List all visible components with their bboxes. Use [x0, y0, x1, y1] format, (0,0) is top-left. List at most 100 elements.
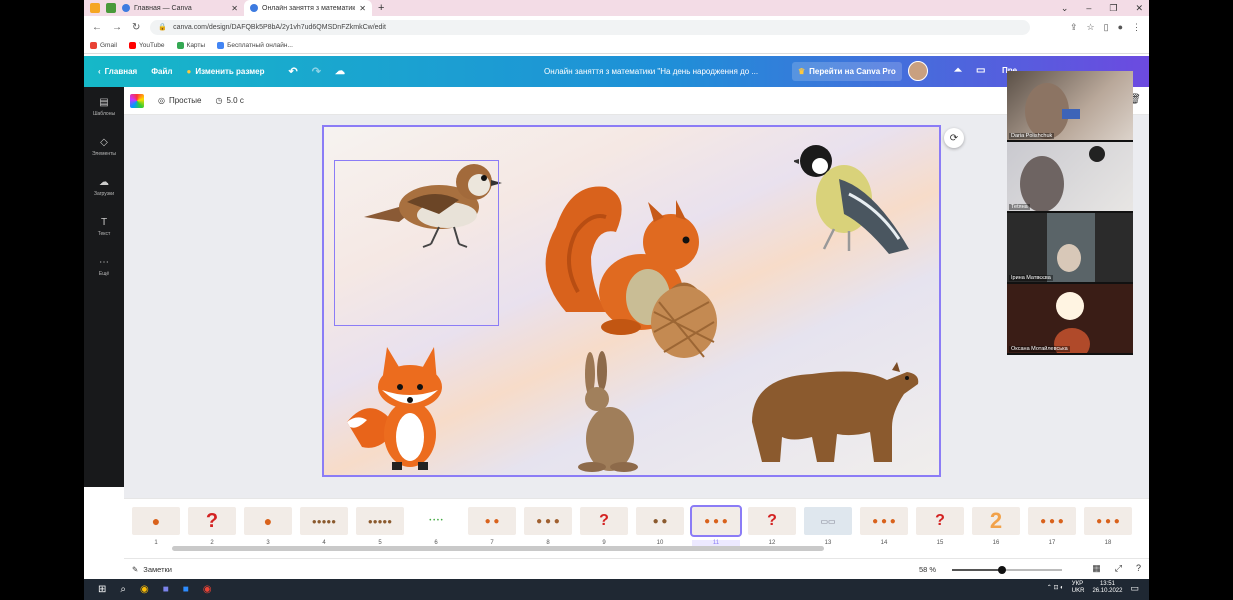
forward-button[interactable]: →	[112, 22, 122, 33]
share-icon[interactable]: ⇪	[1070, 22, 1078, 33]
page-thumbnail[interactable]: ● ●	[636, 507, 684, 535]
zoom-slider-fill	[952, 569, 1002, 571]
tit-bird-image[interactable]	[794, 139, 914, 259]
browser-tab-active[interactable]: Онлайн заняття з математики " ✕	[244, 0, 372, 16]
close-window-button[interactable]: ✕	[1135, 3, 1143, 14]
chevron-down-icon[interactable]: ⌄	[1061, 3, 1069, 14]
notification-icon[interactable]: ▭	[1130, 583, 1139, 592]
page-thumbnail[interactable]: ●●●●●	[300, 507, 348, 535]
bookmark-gmail[interactable]: Gmail	[90, 42, 117, 49]
browser-tab[interactable]: Главная — Canva ✕	[116, 0, 244, 16]
canva-icon	[250, 4, 258, 12]
page-thumbnail[interactable]: ● ● ●	[1028, 507, 1076, 535]
page-thumbnail[interactable]: 2	[972, 507, 1020, 535]
bookmark-maps[interactable]: Карты	[176, 42, 205, 49]
system-tray: ⌃ ⊡ ◐ УКР UKR 13:51 26.10.2022 ▭	[1047, 581, 1139, 595]
animation-icon: ◎	[158, 96, 165, 105]
page-thumbnail[interactable]: ● ● ●	[524, 507, 572, 535]
participant-name: Теtяна	[1009, 204, 1030, 210]
avatar[interactable]	[908, 61, 928, 81]
bookmark-translate[interactable]: Бесплатный онлайн...	[217, 42, 293, 49]
notes-button[interactable]: ✎ Заметки	[132, 565, 172, 574]
help-icon[interactable]: ?	[1136, 563, 1141, 574]
canva-pro-button[interactable]: ♛ Перейти на Canva Pro	[792, 62, 902, 81]
chrome-icon[interactable]: ◉	[140, 584, 149, 595]
page-thumbnail[interactable]: ●	[244, 507, 292, 535]
home-button[interactable]: ‹ Главная	[98, 67, 137, 76]
fox-image[interactable]	[342, 342, 462, 472]
teams-icon[interactable]: ■	[163, 584, 169, 595]
number-two-icon: 2	[989, 508, 1003, 533]
page-thumbnail[interactable]: ●	[132, 507, 180, 535]
menu-icon[interactable]: ⋮	[1132, 22, 1141, 33]
rail-templates[interactable]: ▤ Шаблоны	[84, 87, 124, 127]
page-thumbnail[interactable]: ?	[188, 507, 236, 535]
lock-icon: 🔒	[158, 24, 168, 31]
page-thumbnail[interactable]: ● ●	[468, 507, 516, 535]
grid-view-icon[interactable]: ▦	[1092, 563, 1101, 574]
rail-elements[interactable]: ◇ Элементы	[84, 127, 124, 167]
color-picker-icon[interactable]	[130, 93, 144, 108]
windows-start-icon[interactable]: ⊞	[98, 584, 106, 595]
app-icon[interactable]	[90, 3, 100, 13]
rail-text[interactable]: T Текст	[84, 207, 124, 247]
file-menu[interactable]: Файл	[151, 67, 172, 76]
animation-button[interactable]: ◎ Простые	[158, 96, 202, 105]
tray-icons[interactable]: ⌃ ⊡ ◐	[1047, 585, 1064, 592]
chrome-icon[interactable]: ◉	[203, 584, 212, 595]
zoom-level[interactable]: 58 %	[919, 565, 936, 574]
new-tab-button[interactable]: +	[378, 2, 384, 14]
maximize-button[interactable]: ❐	[1109, 3, 1117, 14]
undo-button[interactable]: ↶	[289, 65, 298, 78]
editor-toolbar: ◎ Простые ◷ 5.0 с 🗑	[124, 87, 1149, 115]
video-tile[interactable]: Оксана Мотайлевська	[1007, 284, 1133, 353]
video-tile[interactable]: Теtяна	[1007, 142, 1133, 211]
hare-image[interactable]	[572, 349, 642, 474]
page-thumbnail[interactable]: ?	[580, 507, 628, 535]
page-thumbnail[interactable]: ●●●●●	[356, 507, 404, 535]
basket-image[interactable]	[649, 267, 719, 362]
profile-icon[interactable]: ●	[1118, 22, 1123, 33]
star-icon[interactable]: ☆	[1087, 22, 1095, 33]
clock[interactable]: 13:51 26.10.2022	[1092, 581, 1122, 595]
question-icon: ?	[935, 512, 945, 529]
crown-icon: ♛	[798, 67, 806, 76]
bookmark-youtube[interactable]: YouTube	[128, 42, 165, 49]
rail-more[interactable]: ⋯ Ещё	[84, 247, 124, 287]
page-thumbnail[interactable]: ?	[916, 507, 964, 535]
redo-button[interactable]: ↷	[312, 65, 321, 78]
page-thumbnail[interactable]: ?	[748, 507, 796, 535]
close-icon[interactable]: ✕	[231, 4, 238, 13]
page-thumbnail[interactable]: ▭▭	[804, 507, 852, 535]
back-button[interactable]: ←	[92, 22, 102, 33]
video-tile[interactable]: Ірина Матвєєва	[1007, 213, 1133, 282]
fullscreen-icon[interactable]: ⤢	[1115, 563, 1122, 574]
page-thumbnail[interactable]: ● ● ●	[1084, 507, 1132, 535]
resize-button[interactable]: ● Изменить размер	[187, 67, 265, 76]
minimize-button[interactable]: –	[1086, 3, 1091, 13]
zoom-slider-knob[interactable]	[997, 566, 1006, 574]
page-thumbnail[interactable]: ● ● ●	[860, 507, 908, 535]
rail-uploads[interactable]: ☁ Загрузки	[84, 167, 124, 207]
language-indicator[interactable]: УКР UKR	[1072, 581, 1085, 595]
reload-button[interactable]: ↻	[132, 22, 140, 33]
search-icon[interactable]: ⌕	[120, 584, 126, 595]
url-field[interactable]: 🔒 canva.com/design/DAFQBk5P8bA/2y1vh7ud6…	[150, 19, 1031, 35]
refresh-icon[interactable]: ⟳	[944, 128, 964, 148]
window-controls: ⌄ – ❐ ✕	[1061, 0, 1143, 16]
zoom-app-icon[interactable]: ■	[183, 584, 189, 595]
video-tile[interactable]: Daria Polishchuk	[1007, 71, 1133, 140]
sidebar-icon[interactable]: ▯	[1104, 22, 1109, 33]
horizontal-scrollbar[interactable]	[172, 546, 824, 551]
page-thumbnail-current[interactable]: ● ● ●	[690, 505, 742, 537]
close-icon[interactable]: ✕	[359, 4, 366, 13]
stats-icon[interactable]: ⏶	[954, 65, 962, 76]
page-thumbnail[interactable]: • • • •	[412, 507, 460, 535]
app-icon[interactable]	[106, 3, 116, 13]
document-title[interactable]: Онлайн заняття з математики "На день нар…	[544, 67, 758, 76]
present-icon[interactable]: ▭	[976, 65, 985, 76]
duration-button[interactable]: ◷ 5.0 с	[216, 96, 244, 105]
zoom-slider[interactable]	[952, 566, 1062, 574]
upload-icon: ☁	[99, 177, 109, 188]
bear-image[interactable]	[742, 352, 922, 467]
